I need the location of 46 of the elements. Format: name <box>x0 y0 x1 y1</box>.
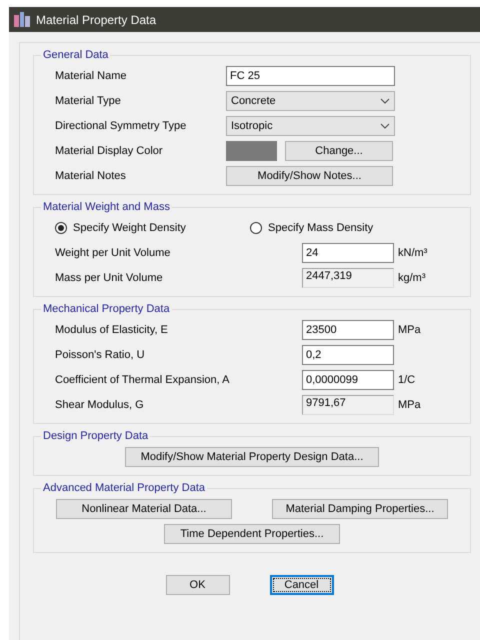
group-title: Advanced Material Property Data <box>42 482 206 494</box>
unit-label: MPa <box>398 398 421 410</box>
change-button[interactable]: Change... <box>285 140 393 160</box>
radio-button[interactable] <box>55 222 67 234</box>
field-label: Directional Symmetry Type <box>55 120 188 132</box>
notes-button[interactable]: Modify/Show Notes... <box>226 166 393 186</box>
app-icon <box>14 12 30 27</box>
field-label: Coefficient of Thermal Expansion, A <box>55 374 230 386</box>
dialog-button[interactable]: Time Dependent Properties... <box>164 524 340 544</box>
radio-button[interactable] <box>250 222 262 234</box>
number-field[interactable]: 0,2 <box>302 344 394 364</box>
window-title: Material Property Data <box>36 12 156 26</box>
field-label: Material Notes <box>55 170 127 182</box>
group-title: Mechanical Property Data <box>42 303 171 315</box>
unit-label: kg/m³ <box>398 272 426 284</box>
dialog-button[interactable]: Nonlinear Material Data... <box>56 498 232 518</box>
group-title: Material Weight and Mass <box>42 201 171 213</box>
number-field[interactable]: 23500 <box>302 320 394 340</box>
field-label: Shear Modulus, G <box>55 398 145 410</box>
dialog-button[interactable]: Modify/Show Material Property Design Data... <box>125 446 379 466</box>
chevron-down-icon <box>380 98 390 104</box>
group-title: General Data <box>42 49 110 61</box>
ok-button[interactable]: OK <box>166 575 230 595</box>
field-label: Mass per Unit Volume <box>55 272 164 284</box>
radio-label[interactable]: Specify Weight Density <box>73 222 186 234</box>
number-field[interactable]: 2447,319 <box>302 268 394 288</box>
field-label: Modulus of Elasticity, E <box>55 324 169 336</box>
number-field[interactable]: 24 <box>302 242 394 262</box>
dialog-button[interactable]: Material Damping Properties... <box>272 498 448 518</box>
field-label: Weight per Unit Volume <box>55 246 172 258</box>
radio-label[interactable]: Specify Mass Density <box>268 222 374 234</box>
unit-label: 1/C <box>398 374 416 386</box>
unit-label: MPa <box>398 324 421 336</box>
cancel-button[interactable]: Cancel <box>270 575 334 595</box>
chevron-down-icon <box>380 122 390 128</box>
number-field[interactable]: 0,0000099 <box>302 370 394 390</box>
field-label: Material Type <box>55 94 122 106</box>
text-field[interactable]: FC 25 <box>226 66 395 86</box>
field-label: Poisson's Ratio, U <box>55 348 146 360</box>
dropdown[interactable]: Concrete <box>226 90 395 110</box>
field-label: Material Name <box>55 70 128 82</box>
group-title: Design Property Data <box>42 430 150 442</box>
number-field[interactable]: 9791,67 <box>302 394 394 414</box>
field-label: Material Display Color <box>55 144 164 156</box>
unit-label: kN/m³ <box>398 246 428 258</box>
dropdown[interactable]: Isotropic <box>226 116 395 136</box>
